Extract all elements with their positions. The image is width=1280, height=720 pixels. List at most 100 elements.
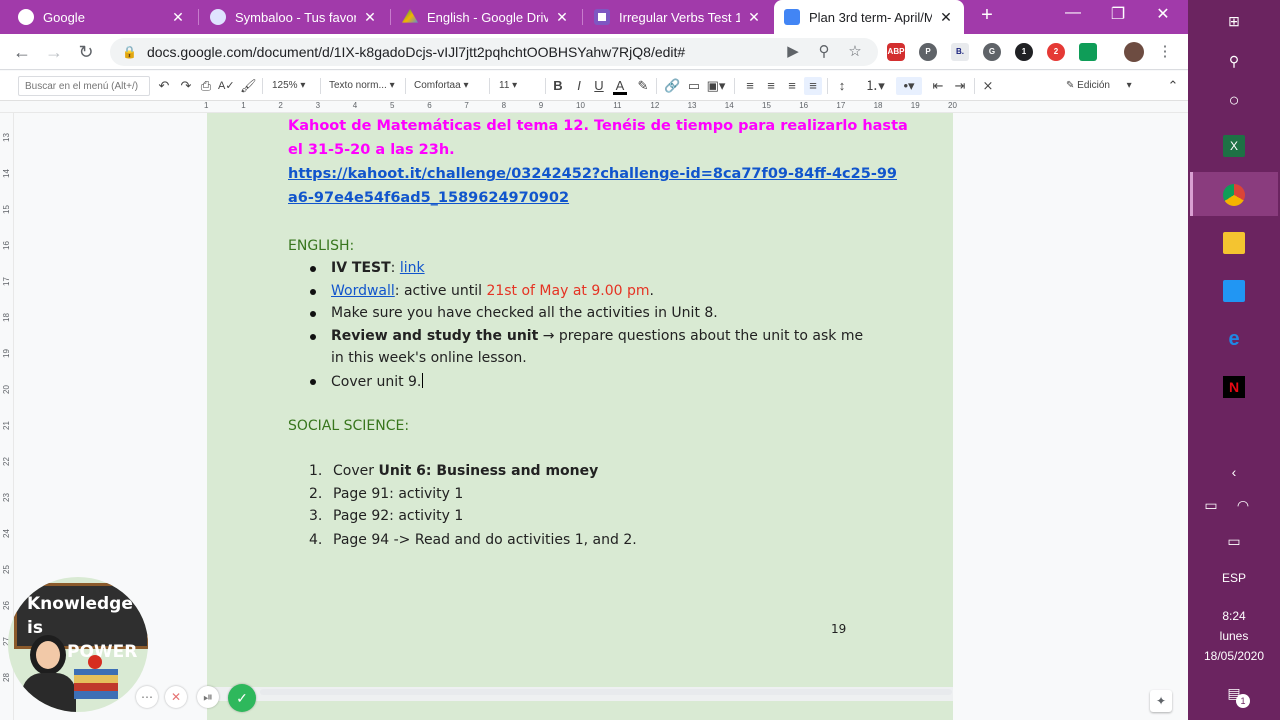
insert-comment-icon[interactable]: ▭ bbox=[686, 77, 702, 95]
wordwall-link[interactable]: Wordwall bbox=[331, 283, 395, 299]
new-tab-button[interactable]: + bbox=[975, 4, 999, 27]
collapse-toolbar-icon[interactable]: ⌃ bbox=[1166, 77, 1180, 95]
close-icon[interactable]: ✕ bbox=[170, 9, 186, 26]
decrease-indent-icon[interactable]: ⇤ bbox=[930, 77, 946, 95]
clear-format-icon[interactable]: ⨯ bbox=[980, 77, 996, 95]
horizontal-ruler[interactable]: 1 1 2 3 4 5 6 7 8 9 10 11 12 13 14 15 16 17 18 19 20 bbox=[0, 101, 1188, 113]
clock-time[interactable]: 8:24 bbox=[1188, 609, 1280, 623]
netflix-icon[interactable]: N bbox=[1223, 376, 1245, 398]
explore-icon[interactable]: ✦ bbox=[1150, 690, 1172, 712]
next-page bbox=[207, 701, 953, 720]
avatar-text: Knowledge is bbox=[27, 594, 133, 638]
line-spacing-icon[interactable]: ↕ bbox=[834, 77, 850, 95]
bookmark-star-icon[interactable]: ☆ bbox=[846, 43, 864, 61]
highlight-icon[interactable]: ✎ bbox=[636, 77, 650, 95]
windows-start-icon[interactable]: ⊞ bbox=[1223, 10, 1245, 32]
ruler-number: 21 bbox=[1, 421, 11, 430]
underline-icon[interactable]: U bbox=[592, 77, 606, 95]
tab-forms[interactable]: Irregular Verbs Test 18/5 ✕ bbox=[584, 0, 772, 34]
classroom-icon[interactable] bbox=[1079, 43, 1097, 61]
wifi-icon[interactable]: ◠ bbox=[1232, 494, 1254, 516]
numbered-list-icon[interactable]: ⒈▾ bbox=[862, 77, 888, 95]
battery-icon[interactable]: ▭ bbox=[1200, 494, 1222, 516]
print-icon[interactable]: ⎙ bbox=[198, 77, 214, 95]
cortana-icon[interactable]: ○ bbox=[1223, 89, 1245, 111]
forward-icon[interactable]: → bbox=[42, 40, 66, 64]
more-menu-icon[interactable]: ⋮ bbox=[1156, 43, 1174, 61]
align-right-icon[interactable]: ≡ bbox=[784, 77, 800, 95]
tab-strip: Google ✕ Symbaloo - Tus favoritos ✕ Engl… bbox=[0, 0, 1188, 34]
search-icon[interactable]: ⚲ bbox=[1223, 50, 1245, 72]
back-icon[interactable]: ← bbox=[10, 40, 34, 64]
text-color-icon[interactable]: A bbox=[613, 77, 627, 95]
tab-plan-doc[interactable]: Plan 3rd term- April/May ✕ bbox=[774, 0, 964, 34]
zoom-value: 125% bbox=[272, 80, 298, 91]
more-options-icon[interactable]: ⋯ bbox=[136, 686, 158, 708]
zoom-select[interactable]: 125% ▾ bbox=[272, 77, 316, 95]
insert-image-icon[interactable]: ▣▾ bbox=[705, 77, 727, 95]
grammar-icon[interactable]: G bbox=[983, 43, 1001, 61]
style-select[interactable]: Texto norm... ▾ bbox=[329, 77, 399, 95]
tab-google[interactable]: Google ✕ bbox=[8, 0, 196, 34]
store-icon[interactable] bbox=[1223, 280, 1245, 302]
insert-link-icon[interactable]: 🔗 bbox=[664, 77, 680, 95]
adblock-icon[interactable]: ABP bbox=[887, 43, 905, 61]
spellcheck-icon[interactable]: A✓ bbox=[218, 77, 235, 95]
profile-avatar[interactable] bbox=[1124, 42, 1144, 62]
zoom-icon[interactable]: ⚲ bbox=[815, 43, 833, 61]
tab-symbaloo[interactable]: Symbaloo - Tus favoritos ✕ bbox=[200, 0, 388, 34]
paint-format-icon[interactable]: 🖌 bbox=[240, 77, 257, 95]
align-center-icon[interactable]: ≡ bbox=[763, 77, 779, 95]
finish-recording-icon[interactable]: ✓ bbox=[228, 684, 256, 712]
language-indicator[interactable]: ESP bbox=[1188, 571, 1280, 585]
font-select[interactable]: Comfortaa ▾ bbox=[414, 77, 484, 95]
minimize-icon[interactable]: — bbox=[1058, 4, 1088, 22]
clock-day: lunes bbox=[1219, 629, 1249, 643]
url-text: docs.google.com/document/d/1IX-k8gadoDcj… bbox=[146, 44, 686, 60]
chrome-icon[interactable] bbox=[1223, 184, 1245, 206]
increase-indent-icon[interactable]: ⇥ bbox=[952, 77, 968, 95]
close-icon[interactable]: ✕ bbox=[746, 9, 762, 26]
file-explorer-icon[interactable] bbox=[1223, 232, 1245, 254]
undo-icon[interactable]: ↶ bbox=[156, 77, 172, 95]
menu-search-input[interactable] bbox=[18, 76, 150, 96]
bitly-icon[interactable]: B. bbox=[951, 43, 969, 61]
ruler-number: 18 bbox=[1, 313, 11, 322]
tablet-icon[interactable]: ▭ bbox=[1223, 530, 1245, 552]
editing-mode-select[interactable]: ✎ Edición ▾ bbox=[1066, 77, 1156, 95]
close-window-icon[interactable]: ✕ bbox=[1148, 4, 1178, 24]
restore-icon[interactable]: ❐ bbox=[1103, 4, 1133, 24]
font-size-select[interactable]: 11 ▾ bbox=[499, 77, 541, 95]
redo-icon[interactable]: ↷ bbox=[178, 77, 194, 95]
cancel-recording-icon[interactable]: ✕ bbox=[165, 686, 187, 708]
bullet bbox=[310, 334, 316, 340]
iv-test-link[interactable]: link bbox=[400, 260, 425, 276]
align-justify-icon[interactable]: ≡ bbox=[804, 77, 822, 95]
bulleted-list-icon[interactable]: •▾ bbox=[896, 77, 922, 95]
camera-icon[interactable]: ▶ bbox=[784, 43, 802, 61]
omnibox[interactable]: 🔒 docs.google.com/document/d/1IX-k8gadoD… bbox=[110, 38, 878, 66]
text-cursor bbox=[422, 373, 424, 388]
excel-icon[interactable]: X bbox=[1223, 135, 1245, 157]
close-icon[interactable]: ✕ bbox=[362, 9, 378, 26]
bold-icon[interactable]: B bbox=[551, 77, 565, 95]
align-left-icon[interactable]: ≡ bbox=[742, 77, 758, 95]
chalkboard: Knowledge is POWER bbox=[14, 583, 148, 662]
extension-icon-2[interactable]: 2 bbox=[1047, 43, 1065, 61]
pause-recording-icon[interactable]: ⏯ bbox=[197, 686, 219, 708]
list-number: 3. bbox=[309, 508, 323, 524]
kahoot-link[interactable]: a6-97e4e54f6ad5_1589624970902 bbox=[288, 190, 569, 206]
edge-icon[interactable]: e bbox=[1223, 328, 1245, 350]
document-canvas bbox=[15, 113, 1188, 720]
ruler-number: 7 bbox=[464, 101, 469, 110]
italic-icon[interactable]: I bbox=[572, 77, 586, 95]
reload-icon[interactable]: ↻ bbox=[74, 40, 98, 64]
pinterest-icon[interactable]: P bbox=[919, 43, 937, 61]
chevron-left-icon[interactable]: ‹ bbox=[1223, 461, 1245, 483]
close-icon[interactable]: ✕ bbox=[938, 9, 954, 26]
close-icon[interactable]: ✕ bbox=[554, 9, 570, 26]
tab-drive[interactable]: English - Google Drive ✕ bbox=[392, 0, 580, 34]
extension-icon-1[interactable]: 1 bbox=[1015, 43, 1033, 61]
horizontal-scrollbar[interactable] bbox=[260, 689, 952, 695]
kahoot-link[interactable]: https://kahoot.it/challenge/03242452?cha… bbox=[288, 166, 897, 182]
